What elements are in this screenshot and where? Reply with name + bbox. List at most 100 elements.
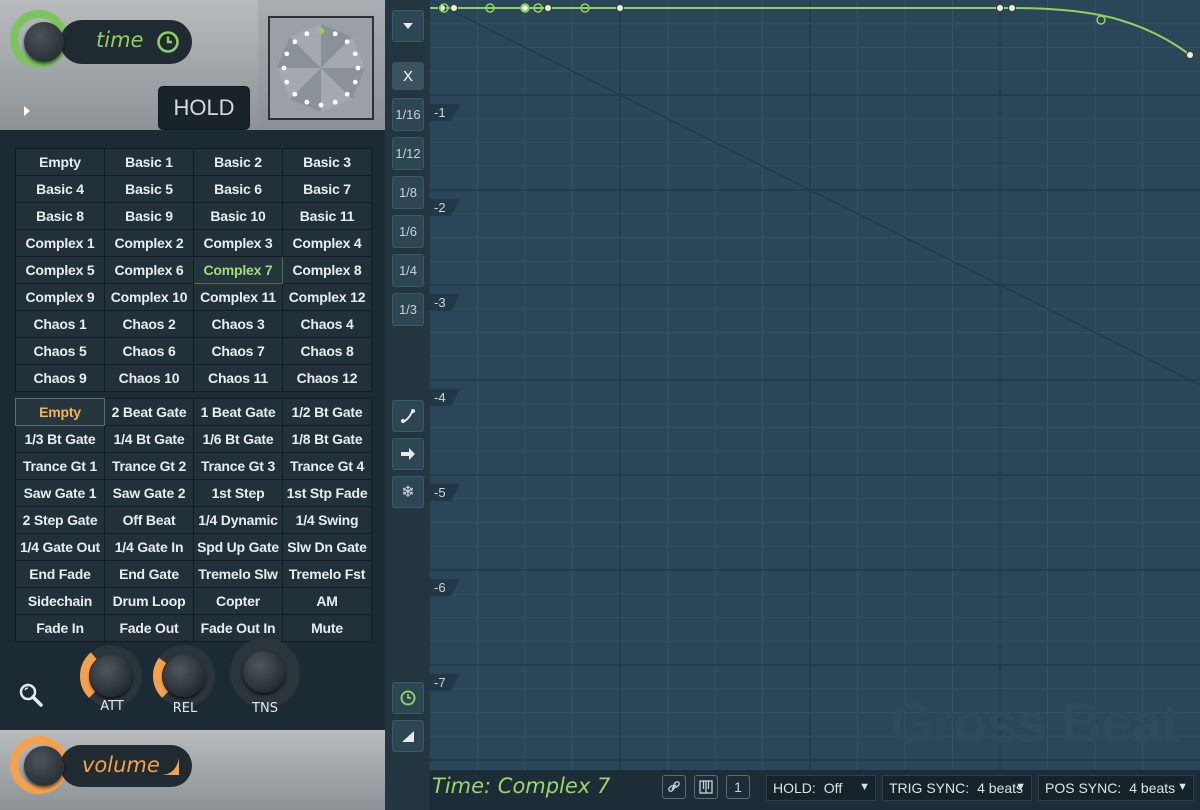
time-preset-cell[interactable]: Chaos 10 — [104, 364, 194, 392]
menu-dropdown-button[interactable] — [392, 10, 424, 42]
snap-option-button[interactable]: 1/6 — [392, 215, 424, 248]
curve-tool-button[interactable] — [392, 400, 424, 432]
time-preset-cell[interactable]: Chaos 5 — [15, 337, 105, 365]
time-preset-cell[interactable]: Basic 2 — [193, 148, 283, 176]
volume-preset-cell[interactable]: 1st Stp Fade — [282, 479, 372, 507]
volume-preset-cell[interactable]: 2 Beat Gate — [104, 398, 194, 426]
position-clock-display[interactable] — [268, 16, 374, 120]
volume-preset-cell[interactable]: Off Beat — [104, 506, 194, 534]
snap-option-button[interactable]: 1/3 — [392, 293, 424, 326]
volume-preset-cell[interactable]: 1 Beat Gate — [193, 398, 283, 426]
time-preset-cell[interactable]: Basic 4 — [15, 175, 105, 203]
expand-arrow-icon[interactable] — [22, 104, 32, 122]
link-button[interactable] — [662, 775, 686, 799]
volume-preset-cell[interactable]: Trance Gt 1 — [15, 452, 105, 480]
volume-preset-cell[interactable]: End Fade — [15, 560, 105, 588]
time-mode-knob[interactable] — [24, 22, 64, 62]
volume-preset-cell[interactable]: 1/3 Bt Gate — [15, 425, 105, 453]
time-preset-cell[interactable]: Chaos 7 — [193, 337, 283, 365]
volume-preset-cell[interactable]: Tremelo Fst — [282, 560, 372, 588]
volume-preset-cell[interactable]: AM — [282, 587, 372, 615]
freeze-button[interactable]: ❄ — [392, 476, 424, 508]
volume-preset-cell[interactable]: Trance Gt 3 — [193, 452, 283, 480]
time-preset-cell[interactable]: Complex 2 — [104, 229, 194, 257]
volume-preset-cell[interactable]: 1/8 Bt Gate — [282, 425, 372, 453]
time-preset-cell[interactable]: Chaos 11 — [193, 364, 283, 392]
volume-preset-cell[interactable]: Trance Gt 2 — [104, 452, 194, 480]
volume-preset-cell[interactable]: Trance Gt 4 — [282, 452, 372, 480]
rel-knob[interactable] — [153, 645, 215, 707]
time-preset-cell[interactable]: Chaos 4 — [282, 310, 372, 338]
volume-preset-cell[interactable]: 2 Step Gate — [15, 506, 105, 534]
volume-preset-cell[interactable]: 1/4 Bt Gate — [104, 425, 194, 453]
volume-preset-cell[interactable]: Spd Up Gate — [193, 533, 283, 561]
time-preset-cell[interactable]: Complex 12 — [282, 283, 372, 311]
time-preset-cell[interactable]: Complex 9 — [15, 283, 105, 311]
volume-preset-cell[interactable]: Fade Out — [104, 614, 194, 642]
trig-sync-dropdown[interactable]: TRIG SYNC: 4 beats ▼ — [882, 775, 1032, 801]
snap-option-button[interactable]: 1/12 — [392, 137, 424, 170]
volume-preset-cell[interactable]: 1/4 Gate In — [104, 533, 194, 561]
att-knob[interactable] — [80, 645, 142, 707]
time-preset-cell[interactable]: Basic 5 — [104, 175, 194, 203]
time-preset-cell[interactable]: Basic 6 — [193, 175, 283, 203]
snap-option-button[interactable]: 1/4 — [392, 254, 424, 287]
time-preset-cell[interactable]: Chaos 3 — [193, 310, 283, 338]
volume-preset-cell[interactable]: End Gate — [104, 560, 194, 588]
time-preset-cell[interactable]: Chaos 9 — [15, 364, 105, 392]
snap-option-button[interactable]: 1/8 — [392, 176, 424, 209]
time-preset-cell[interactable]: Chaos 12 — [282, 364, 372, 392]
volume-preset-cell[interactable]: 1/4 Dynamic — [193, 506, 283, 534]
time-preset-cell[interactable]: Basic 8 — [15, 202, 105, 230]
envelope-graph[interactable] — [429, 0, 1200, 770]
time-preset-cell[interactable]: Basic 9 — [104, 202, 194, 230]
time-preset-cell[interactable]: Complex 6 — [104, 256, 194, 284]
time-preset-cell[interactable]: Complex 5 — [15, 256, 105, 284]
volume-preset-cell[interactable]: 1st Step — [193, 479, 283, 507]
time-preset-cell[interactable]: Basic 7 — [282, 175, 372, 203]
volume-preset-cell[interactable]: Saw Gate 2 — [104, 479, 194, 507]
volume-preset-cell[interactable]: 1/2 Bt Gate — [282, 398, 372, 426]
clock-icon[interactable] — [156, 30, 180, 54]
volume-preset-cell[interactable]: Tremelo Slw — [193, 560, 283, 588]
time-preset-cell[interactable]: Chaos 8 — [282, 337, 372, 365]
arrow-tool-button[interactable] — [392, 438, 424, 470]
time-preset-cell[interactable]: Basic 3 — [282, 148, 372, 176]
tns-knob[interactable] — [230, 638, 300, 708]
volume-mode-knob[interactable] — [24, 746, 64, 786]
time-preset-cell[interactable]: Complex 1 — [15, 229, 105, 257]
time-preset-cell[interactable]: Chaos 6 — [104, 337, 194, 365]
hold-button[interactable]: HOLD — [158, 86, 250, 130]
pos-sync-dropdown[interactable]: POS SYNC: 4 beats ▼ — [1038, 775, 1194, 801]
volume-preset-cell[interactable]: Saw Gate 1 — [15, 479, 105, 507]
volume-preset-cell[interactable]: Mute — [282, 614, 372, 642]
volume-ramp-icon[interactable] — [158, 754, 182, 783]
time-preset-cell[interactable]: Complex 3 — [193, 229, 283, 257]
zoom-icon[interactable] — [18, 682, 44, 713]
time-preset-cell[interactable]: Chaos 2 — [104, 310, 194, 338]
volume-preset-cell[interactable]: Empty — [15, 398, 105, 426]
volume-preset-cell[interactable]: 1/6 Bt Gate — [193, 425, 283, 453]
piano-button[interactable] — [694, 775, 718, 799]
volume-preset-cell[interactable]: 1/4 Swing — [282, 506, 372, 534]
time-preset-cell[interactable]: Complex 10 — [104, 283, 194, 311]
time-preset-cell[interactable]: Basic 1 — [104, 148, 194, 176]
volume-preset-cell[interactable]: Fade In — [15, 614, 105, 642]
volume-preset-cell[interactable]: Sidechain — [15, 587, 105, 615]
hold-dropdown[interactable]: HOLD: Off ▼ — [766, 775, 876, 801]
time-preset-cell[interactable]: Complex 8 — [282, 256, 372, 284]
time-preset-cell[interactable]: Chaos 1 — [15, 310, 105, 338]
volume-preset-cell[interactable]: Slw Dn Gate — [282, 533, 372, 561]
time-preset-cell[interactable]: Basic 11 — [282, 202, 372, 230]
time-preset-cell[interactable]: Basic 10 — [193, 202, 283, 230]
volume-preset-cell[interactable]: Drum Loop — [104, 587, 194, 615]
volume-view-button[interactable] — [392, 720, 424, 752]
volume-preset-cell[interactable]: Copter — [193, 587, 283, 615]
clear-button[interactable]: X — [392, 62, 424, 90]
time-preset-cell[interactable]: Complex 7 — [193, 256, 283, 284]
time-preset-cell[interactable]: Complex 11 — [193, 283, 283, 311]
time-preset-cell[interactable]: Complex 4 — [282, 229, 372, 257]
volume-preset-cell[interactable]: 1/4 Gate Out — [15, 533, 105, 561]
snap-option-button[interactable]: 1/16 — [392, 98, 424, 131]
step-button[interactable]: 1 — [726, 775, 750, 799]
